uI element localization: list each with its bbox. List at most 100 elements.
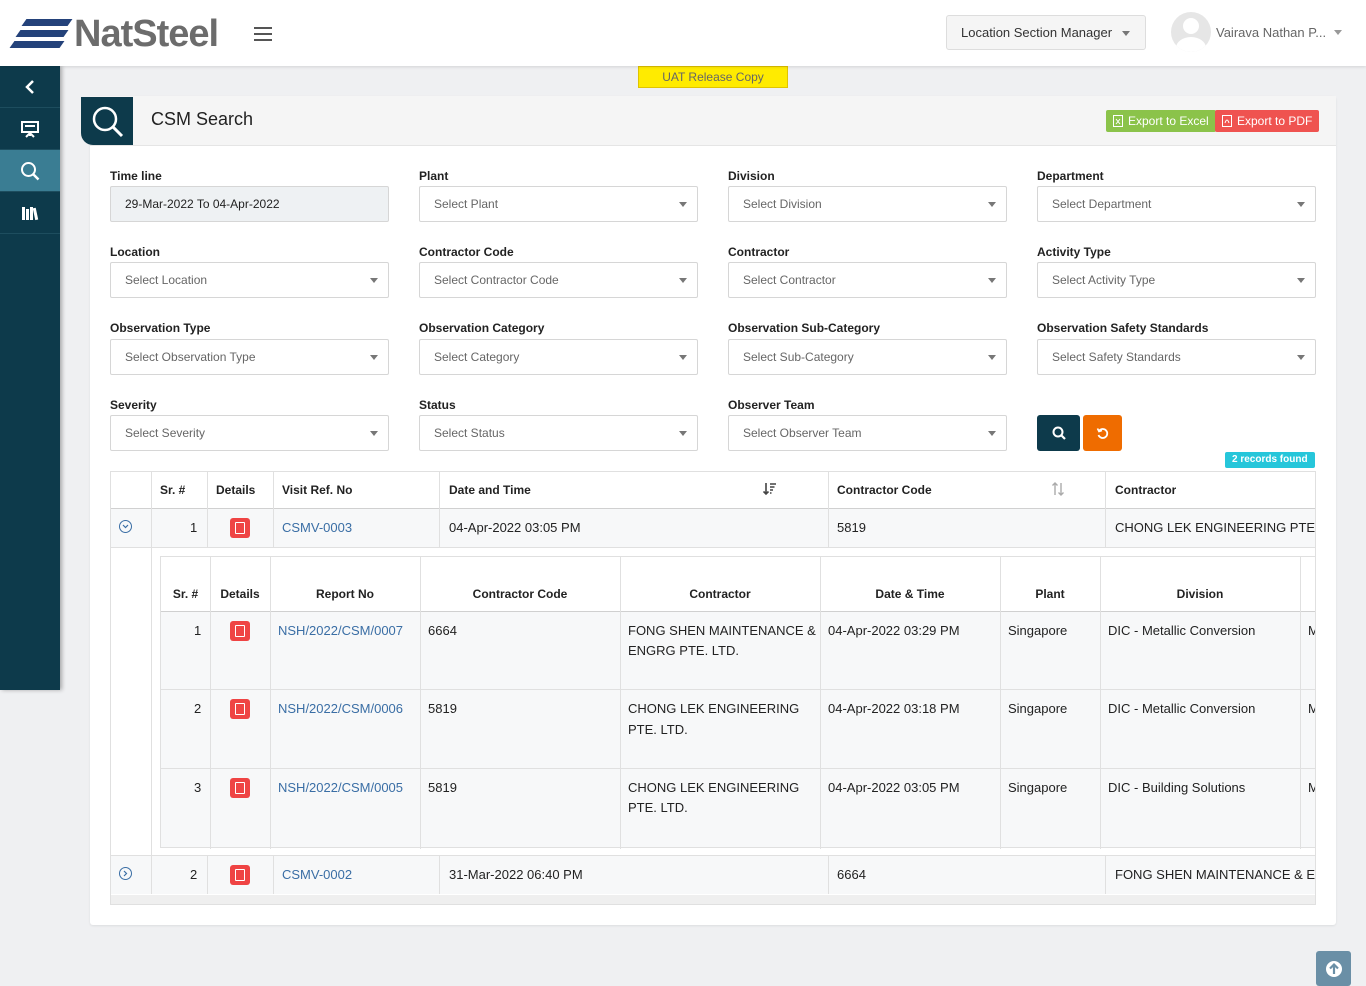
report-no-link[interactable]: NSH/2022/CSM/0007: [278, 623, 403, 638]
sub-header-division[interactable]: Division: [1100, 587, 1300, 601]
severity-label: Severity: [110, 398, 157, 412]
plant-select[interactable]: Select Plant: [419, 186, 698, 222]
sidebar-collapse-button[interactable]: [0, 66, 60, 108]
safety-standards-value: Select Safety Standards: [1052, 350, 1181, 364]
sub-header-date-time[interactable]: Date & Time: [820, 587, 1000, 601]
caret-down-icon: [370, 431, 378, 436]
sub-header-plant[interactable]: Plant: [1000, 587, 1100, 601]
sub-row-truncated: M: [1308, 780, 1315, 795]
severity-select[interactable]: Select Severity: [110, 415, 389, 451]
divider: [207, 856, 208, 894]
contractor-select[interactable]: Select Contractor: [728, 262, 1007, 298]
collapse-row-icon[interactable]: [119, 520, 132, 533]
sub-header-contractor-code[interactable]: Contractor Code: [420, 587, 620, 601]
row-contractor-code: 5819: [837, 520, 866, 535]
expand-row-icon[interactable]: [119, 867, 132, 880]
sub-header-details[interactable]: Details: [210, 587, 270, 601]
sidebar-item-dashboard[interactable]: [0, 108, 60, 150]
contractor-code-select[interactable]: Select Contractor Code: [419, 262, 698, 298]
plant-value: Select Plant: [434, 197, 499, 211]
caret-down-icon: [1297, 202, 1305, 207]
sub-row-contractor-code: 6664: [428, 623, 457, 638]
divider: [273, 856, 274, 894]
divider: [151, 509, 152, 547]
divider: [151, 548, 152, 855]
search-icon: [1052, 426, 1066, 440]
observation-subcategory-select[interactable]: Select Sub-Category: [728, 339, 1007, 375]
column-header-sr[interactable]: Sr. #: [160, 483, 185, 497]
pdf-icon[interactable]: [230, 518, 250, 538]
reset-button[interactable]: [1083, 415, 1122, 451]
observation-subcategory-label: Observation Sub-Category: [728, 321, 881, 335]
scroll-to-top-button[interactable]: [1316, 951, 1351, 986]
export-excel-label: Export to Excel: [1128, 114, 1209, 128]
sort-desc-icon[interactable]: [763, 482, 777, 496]
caret-down-icon: [1122, 31, 1130, 36]
user-menu[interactable]: Vairava Nathan P...: [1171, 12, 1343, 52]
sub-row-truncated: M: [1308, 701, 1315, 716]
observation-type-select[interactable]: Select Observation Type: [110, 339, 389, 375]
sub-row-plant: Singapore: [1008, 701, 1068, 716]
sub-row-division: DIC - Metallic Conversion: [1108, 623, 1256, 638]
divider: [828, 856, 829, 894]
role-dropdown[interactable]: Location Section Manager: [946, 15, 1146, 50]
top-bar: NatSteel Location Section Manager Vairav…: [0, 0, 1366, 66]
sidebar-item-search[interactable]: [0, 150, 60, 192]
column-header-details[interactable]: Details: [216, 483, 255, 497]
pdf-icon[interactable]: [230, 865, 250, 885]
sort-icon[interactable]: [1051, 482, 1065, 496]
divider: [161, 768, 1315, 769]
activity-type-select[interactable]: Select Activity Type: [1037, 262, 1316, 298]
observer-team-label: Observer Team: [728, 398, 815, 412]
status-select[interactable]: Select Status: [419, 415, 698, 451]
observation-category-select[interactable]: Select Category: [419, 339, 698, 375]
visit-ref-link[interactable]: CSMV-0002: [282, 867, 352, 882]
safety-standards-select[interactable]: Select Safety Standards: [1037, 339, 1316, 375]
column-header-date-time[interactable]: Date and Time: [449, 483, 531, 497]
caret-down-icon: [988, 202, 996, 207]
sidebar-item-library[interactable]: [0, 192, 60, 234]
natsteel-logo-icon: [9, 15, 74, 53]
sub-row-contractor-line2: PTE. LTD.: [628, 800, 688, 815]
sub-row-contractor-code: 5819: [428, 780, 457, 795]
brand-logo[interactable]: NatSteel: [9, 13, 219, 55]
row-date: 31-Mar-2022 06:40 PM: [449, 867, 583, 882]
column-header-contractor[interactable]: Contractor: [1115, 483, 1176, 497]
sub-row-sr: 1: [194, 623, 202, 638]
pdf-icon[interactable]: [230, 778, 250, 798]
export-pdf-button[interactable]: Export to PDF: [1215, 110, 1320, 132]
reset-icon: [1096, 427, 1109, 439]
sub-row-division: DIC - Metallic Conversion: [1108, 701, 1256, 716]
caret-down-icon: [679, 431, 687, 436]
observer-team-value: Select Observer Team: [743, 426, 862, 440]
sub-header-sr[interactable]: Sr. #: [161, 587, 210, 601]
sub-row-date: 04-Apr-2022 03:05 PM: [828, 780, 960, 795]
column-header-contractor-code[interactable]: Contractor Code: [837, 483, 932, 497]
report-no-link[interactable]: NSH/2022/CSM/0005: [278, 780, 403, 795]
search-button[interactable]: [1037, 415, 1080, 451]
export-excel-button[interactable]: Export to Excel: [1106, 110, 1216, 132]
divider: [111, 547, 1315, 548]
timeline-input[interactable]: 29-Mar-2022 To 04-Apr-2022: [110, 186, 389, 222]
contractor-label: Contractor: [728, 245, 790, 259]
department-select[interactable]: Select Department: [1037, 186, 1316, 222]
search-icon: [21, 161, 40, 180]
pdf-icon[interactable]: [230, 699, 250, 719]
horizontal-scrollbar[interactable]: [111, 895, 1315, 904]
observation-category-label: Observation Category: [419, 321, 545, 335]
divider: [273, 509, 274, 547]
hamburger-menu-icon[interactable]: [254, 27, 272, 41]
location-select[interactable]: Select Location: [110, 262, 389, 298]
column-header-visit-ref[interactable]: Visit Ref. No: [282, 483, 352, 497]
sub-row-plant: Singapore: [1008, 623, 1068, 638]
visit-ref-link[interactable]: CSMV-0003: [282, 520, 352, 535]
row-contractor: CHONG LEK ENGINEERING PTE. LTD.: [1115, 520, 1316, 535]
observer-team-select[interactable]: Select Observer Team: [728, 415, 1007, 451]
report-no-link[interactable]: NSH/2022/CSM/0006: [278, 701, 403, 716]
sub-header-contractor[interactable]: Contractor: [620, 587, 820, 601]
role-label: Location Section Manager: [961, 25, 1113, 40]
division-select[interactable]: Select Division: [728, 186, 1007, 222]
caret-down-icon: [988, 355, 996, 360]
sub-header-report-no[interactable]: Report No: [270, 587, 420, 601]
pdf-icon[interactable]: [230, 621, 250, 641]
